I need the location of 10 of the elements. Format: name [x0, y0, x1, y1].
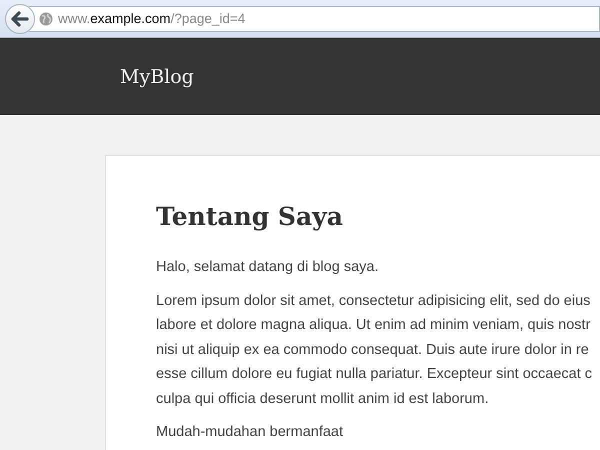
url-text: www.example.com/?page_id=4: [58, 11, 246, 26]
post-title: Tentang Saya: [156, 202, 344, 231]
paragraph: Mudah-mudahan bermanfaat: [156, 423, 344, 442]
paragraph: Lorem ipsum dolor sit amet, consectetur adipisicing elit, sed do eius labore et dolore magna aliqua. Ut enim ad minim veniam, quis nostr nisi ut aliquip ex ea commodo consequat. Duis aute irure dolor in re esse cillum dolore eu fugiat nulla pariatur. Excepteur sint occaecat c culpa qui officia deserunt mollit anim id est laborum.: [156, 292, 594, 408]
address-bar[interactable]: www.example.com/?page_id=4: [29, 6, 600, 32]
arrow-left-icon: [11, 10, 29, 26]
paragraph: Halo, selamat datang di blog saya.: [156, 258, 380, 277]
globe-icon: [39, 12, 53, 26]
back-button[interactable]: [5, 4, 35, 34]
site-title[interactable]: MyBlog: [120, 66, 194, 88]
